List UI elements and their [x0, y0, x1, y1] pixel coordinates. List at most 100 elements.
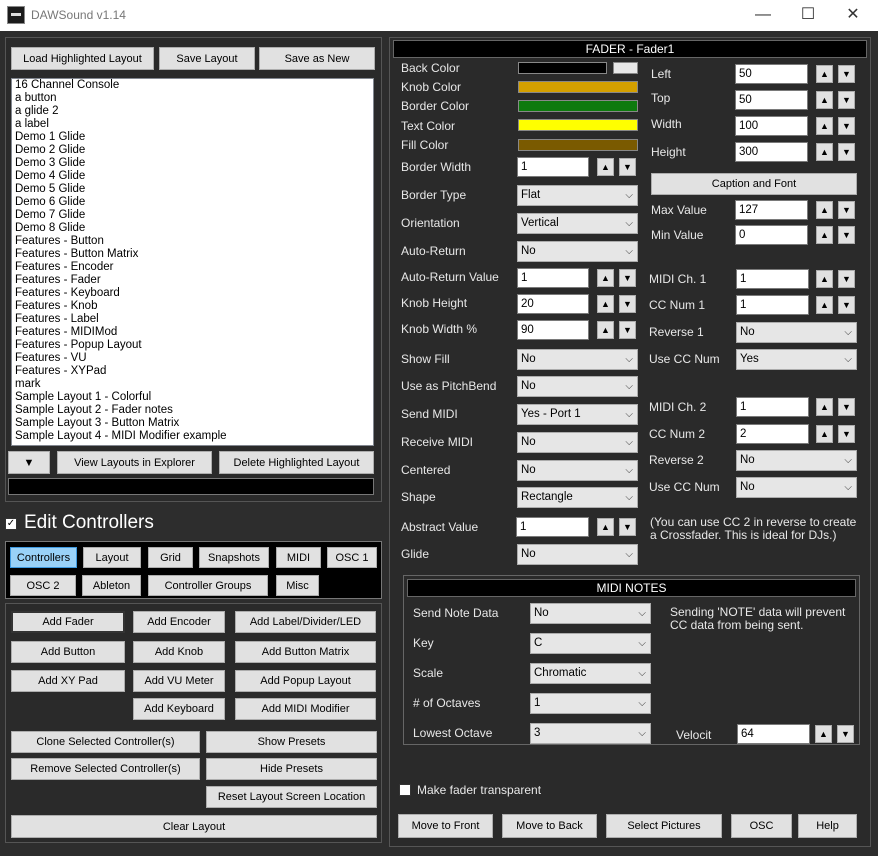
list-item[interactable]: 16 Channel Console: [12, 79, 373, 92]
midi-ch2-down-button[interactable]: ▼: [838, 398, 855, 416]
clone-controller-button[interactable]: Clone Selected Controller(s): [11, 731, 200, 753]
list-item[interactable]: Demo 8 Glide: [12, 222, 373, 235]
use-cc1-select[interactable]: Yes ⌵: [736, 349, 857, 370]
list-item[interactable]: Features - Encoder: [12, 261, 373, 274]
auto-return-select[interactable]: No ⌵: [517, 241, 638, 262]
list-item[interactable]: Demo 4 Glide: [12, 170, 373, 183]
tab-controller-groups[interactable]: Controller Groups: [148, 575, 268, 596]
osc-button[interactable]: OSC: [731, 814, 792, 838]
list-item[interactable]: Features - VU: [12, 352, 373, 365]
list-item[interactable]: Sample Layout 4 - MIDI Modifier example: [12, 430, 373, 443]
list-item[interactable]: Features - Label: [12, 313, 373, 326]
height-down-button[interactable]: ▼: [838, 143, 855, 161]
lowest-octave-select[interactable]: 3 ⌵: [530, 723, 651, 744]
list-item[interactable]: Sample Layout 1 - Colorful: [12, 391, 373, 404]
abstract-value-input[interactable]: 1: [516, 517, 589, 537]
max-value-input[interactable]: 127: [735, 200, 808, 220]
back-color-swatch[interactable]: [518, 62, 607, 74]
maximize-button[interactable]: ☐: [788, 4, 828, 26]
tab-osc1[interactable]: OSC 1: [327, 547, 377, 568]
border-type-select[interactable]: Flat ⌵: [517, 185, 638, 206]
knob-height-down-button[interactable]: ▼: [619, 295, 636, 313]
list-item[interactable]: Features - Popup Layout: [12, 339, 373, 352]
knob-width-input[interactable]: 90: [517, 320, 589, 340]
fill-color-swatch[interactable]: [518, 139, 638, 151]
knob-width-down-button[interactable]: ▼: [619, 321, 636, 339]
move-to-front-button[interactable]: Move to Front: [398, 814, 493, 838]
move-to-back-button[interactable]: Move to Back: [502, 814, 597, 838]
reverse2-select[interactable]: No ⌵: [736, 450, 857, 471]
tab-grid[interactable]: Grid: [148, 547, 193, 568]
knob-color-swatch[interactable]: [518, 81, 638, 93]
width-input[interactable]: 100: [735, 116, 808, 136]
list-item[interactable]: Demo 7 Glide: [12, 209, 373, 222]
list-item[interactable]: Sample Layout 3 - Button Matrix: [12, 417, 373, 430]
back-color-transparent-swatch[interactable]: [613, 62, 638, 74]
glide-select[interactable]: No ⌵: [517, 544, 638, 565]
list-item[interactable]: Features - XYPad: [12, 365, 373, 378]
centered-select[interactable]: No ⌵: [517, 460, 638, 481]
clear-layout-button[interactable]: Clear Layout: [11, 815, 377, 838]
tab-misc[interactable]: Misc: [276, 575, 319, 596]
tab-controllers[interactable]: Controllers: [10, 547, 77, 568]
velocity-up-button[interactable]: ▲: [815, 725, 832, 743]
remove-controller-button[interactable]: Remove Selected Controller(s): [11, 758, 200, 780]
show-fill-select[interactable]: No ⌵: [517, 349, 638, 370]
cc-num1-input[interactable]: 1: [736, 295, 809, 315]
add-knob-button[interactable]: Add Knob: [133, 641, 225, 663]
knob-width-up-button[interactable]: ▲: [597, 321, 614, 339]
list-item[interactable]: Demo 1 Glide: [12, 131, 373, 144]
midi-ch2-up-button[interactable]: ▲: [816, 398, 833, 416]
send-midi-select[interactable]: Yes - Port 1 ⌵: [517, 404, 638, 425]
minimize-button[interactable]: —: [743, 4, 783, 26]
use-cc2-select[interactable]: No ⌵: [736, 477, 857, 498]
border-width-down-button[interactable]: ▼: [619, 158, 636, 176]
list-item[interactable]: Features - MIDIMod: [12, 326, 373, 339]
min-value-input[interactable]: 0: [735, 225, 808, 245]
min-up-button[interactable]: ▲: [816, 226, 833, 244]
left-down-button[interactable]: ▼: [838, 65, 855, 83]
add-label-button[interactable]: Add Label/Divider/LED: [235, 611, 376, 633]
add-midi-modifier-button[interactable]: Add MIDI Modifier: [235, 698, 376, 720]
cc-num2-input[interactable]: 2: [736, 424, 809, 444]
layouts-list[interactable]: 16 Channel Console a button a glide 2a lab…: [11, 78, 374, 446]
text-color-swatch[interactable]: [518, 119, 638, 131]
show-presets-button[interactable]: Show Presets: [206, 731, 377, 753]
midi-ch2-input[interactable]: 1: [736, 397, 809, 417]
tab-midi[interactable]: MIDI: [276, 547, 321, 568]
key-select[interactable]: C ⌵: [530, 633, 651, 654]
shape-select[interactable]: Rectangle ⌵: [517, 487, 638, 508]
tab-layout[interactable]: Layout: [83, 547, 141, 568]
velocity-down-button[interactable]: ▼: [837, 725, 854, 743]
use-pitchbend-select[interactable]: No ⌵: [517, 376, 638, 397]
select-pictures-button[interactable]: Select Pictures: [606, 814, 722, 838]
view-explorer-button[interactable]: View Layouts in Explorer: [57, 451, 212, 474]
tab-ableton[interactable]: Ableton: [82, 575, 141, 596]
tab-osc2[interactable]: OSC 2: [10, 575, 76, 596]
midi-ch1-input[interactable]: 1: [736, 269, 809, 289]
add-xy-pad-button[interactable]: Add XY Pad: [11, 670, 125, 692]
scale-select[interactable]: Chromatic ⌵: [530, 663, 651, 684]
top-input[interactable]: 50: [735, 90, 808, 110]
velocity-input[interactable]: 64: [737, 724, 810, 744]
midi-ch1-up-button[interactable]: ▲: [816, 270, 833, 288]
list-item[interactable]: Features - Button Matrix: [12, 248, 373, 261]
top-up-button[interactable]: ▲: [816, 91, 833, 109]
load-layout-button[interactable]: Load Highlighted Layout: [11, 47, 154, 70]
orientation-select[interactable]: Vertical ⌵: [517, 213, 638, 234]
add-keyboard-button[interactable]: Add Keyboard: [133, 698, 225, 720]
list-item[interactable]: Demo 5 Glide: [12, 183, 373, 196]
left-up-button[interactable]: ▲: [816, 65, 833, 83]
add-button-matrix-button[interactable]: Add Button Matrix: [235, 641, 376, 663]
auto-return-value-input[interactable]: 1: [517, 268, 589, 288]
add-popup-layout-button[interactable]: Add Popup Layout: [235, 670, 376, 692]
border-color-swatch[interactable]: [518, 100, 638, 112]
cc-num1-down-button[interactable]: ▼: [838, 296, 855, 314]
cc-num2-down-button[interactable]: ▼: [838, 425, 855, 443]
reset-location-button[interactable]: Reset Layout Screen Location: [206, 786, 377, 808]
caption-font-button[interactable]: Caption and Font: [651, 173, 857, 195]
midi-ch1-down-button[interactable]: ▼: [838, 270, 855, 288]
octaves-select[interactable]: 1 ⌵: [530, 693, 651, 714]
send-note-select[interactable]: No ⌵: [530, 603, 651, 624]
list-item[interactable]: Demo 3 Glide: [12, 157, 373, 170]
